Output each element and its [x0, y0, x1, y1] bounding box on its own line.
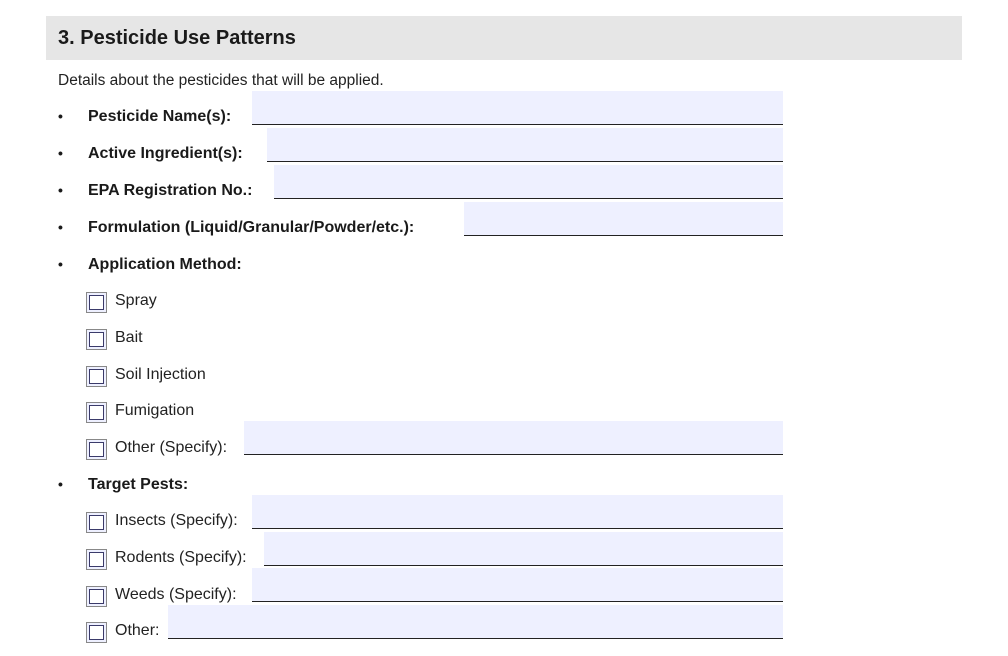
section-title: 3. Pesticide Use Patterns — [58, 26, 296, 49]
section-intro: Details about the pesticides that will b… — [58, 72, 384, 89]
bait-checkbox[interactable] — [86, 329, 107, 350]
pesticide-name-field[interactable] — [252, 91, 783, 125]
formulation-input[interactable] — [464, 202, 783, 235]
formulation-field[interactable] — [464, 202, 783, 236]
pesticide-name-label: Pesticide Name(s): — [88, 108, 232, 125]
formulation-label: Formulation (Liquid/Granular/Powder/etc.… — [88, 219, 415, 236]
bullet: • — [58, 145, 63, 161]
rodents-input[interactable] — [264, 532, 783, 565]
insects-input[interactable] — [252, 495, 783, 528]
other-pest-label: Other: — [115, 622, 160, 639]
fumigation-checkbox[interactable] — [86, 402, 107, 423]
other-pest-input[interactable] — [168, 605, 783, 638]
weeds-field[interactable] — [252, 568, 783, 602]
other-pest-checkbox[interactable] — [86, 622, 107, 643]
bullet: • — [58, 182, 63, 198]
rodents-checkbox[interactable] — [86, 549, 107, 570]
application-method-label: Application Method: — [88, 256, 242, 273]
rodents-field[interactable] — [264, 532, 783, 566]
bullet: • — [58, 219, 63, 235]
other-pest-field[interactable] — [168, 605, 783, 639]
soil-injection-label: Soil Injection — [115, 366, 206, 383]
weeds-input[interactable] — [252, 568, 783, 601]
rodents-label: Rodents (Specify): — [115, 549, 247, 566]
epa-registration-field[interactable] — [274, 165, 783, 199]
active-ingredient-input[interactable] — [267, 128, 783, 161]
epa-registration-label: EPA Registration No.: — [88, 182, 253, 199]
other-method-checkbox[interactable] — [86, 439, 107, 460]
fumigation-label: Fumigation — [115, 402, 195, 419]
other-method-input[interactable] — [244, 421, 783, 454]
insects-label: Insects (Specify): — [115, 512, 238, 529]
bullet: • — [58, 108, 63, 124]
bullet: • — [58, 256, 63, 272]
soil-injection-checkbox[interactable] — [86, 366, 107, 387]
insects-checkbox[interactable] — [86, 512, 107, 533]
pesticide-name-input[interactable] — [252, 91, 783, 124]
epa-registration-input[interactable] — [274, 165, 783, 198]
other-method-field[interactable] — [244, 421, 783, 455]
active-ingredient-field[interactable] — [267, 128, 783, 162]
spray-checkbox[interactable] — [86, 292, 107, 313]
insects-field[interactable] — [252, 495, 783, 529]
section-header: 3. Pesticide Use Patterns — [46, 16, 962, 60]
target-pests-label: Target Pests: — [88, 476, 189, 493]
weeds-label: Weeds (Specify): — [115, 586, 237, 603]
weeds-checkbox[interactable] — [86, 586, 107, 607]
spray-label: Spray — [115, 292, 157, 309]
bait-label: Bait — [115, 329, 143, 346]
other-method-label: Other (Specify): — [115, 439, 228, 456]
bullet: • — [58, 476, 63, 492]
active-ingredient-label: Active Ingredient(s): — [88, 145, 243, 162]
